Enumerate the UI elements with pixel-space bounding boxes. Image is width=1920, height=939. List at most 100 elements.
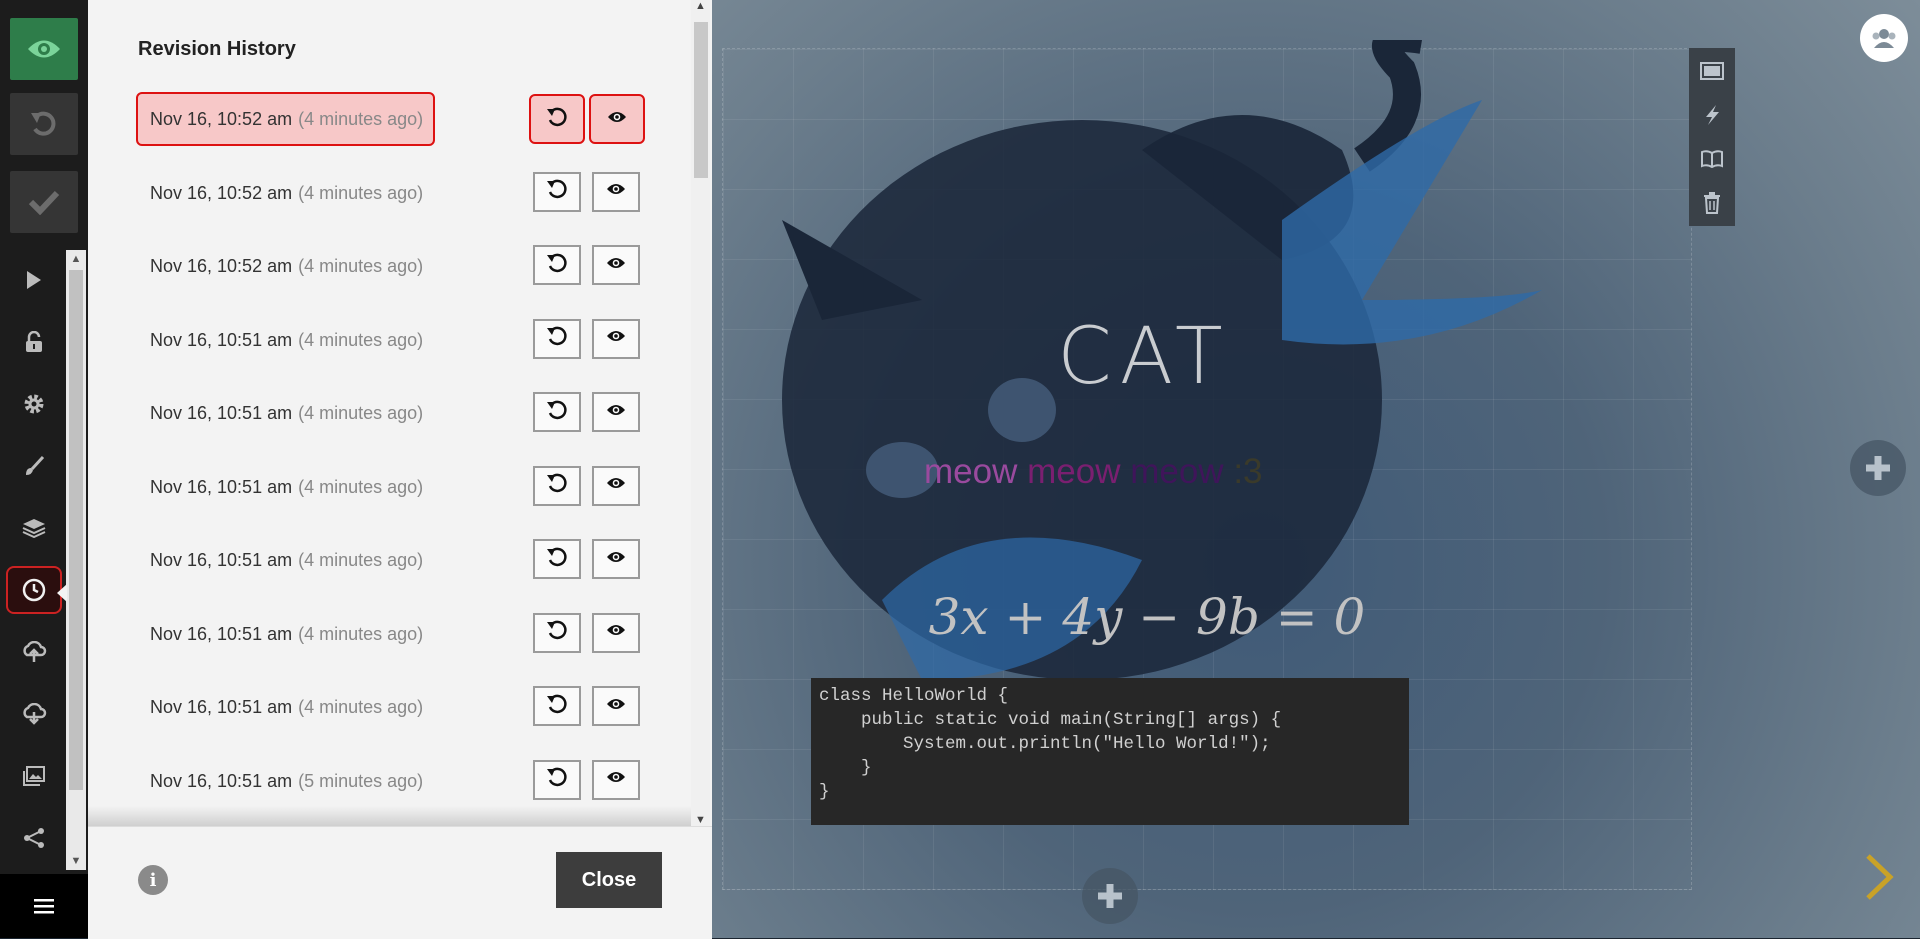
restore-icon [546, 619, 568, 646]
revision-timestamp[interactable]: Nov 16, 10:52 am (4 minutes ago) [138, 239, 433, 293]
restore-revision-button[interactable] [533, 318, 581, 359]
notes-button[interactable] [1697, 144, 1727, 174]
panel-footer: i Close [88, 826, 712, 939]
revision-timestamp[interactable]: Nov 16, 10:51 am (5 minutes ago) [138, 754, 433, 808]
check-icon [28, 190, 60, 215]
preview-revision-button[interactable] [592, 318, 640, 359]
add-slide-right-button[interactable] [1850, 440, 1906, 496]
scroll-thumb[interactable] [69, 270, 83, 790]
scroll-down-arrow-icon[interactable]: ▼ [691, 814, 710, 826]
preview-revision-button[interactable] [589, 94, 645, 144]
preview-revision-button[interactable] [592, 392, 640, 432]
scroll-up-arrow-icon[interactable]: ▲ [691, 0, 710, 12]
lightning-icon [1706, 105, 1719, 125]
eye-icon [606, 697, 626, 716]
restore-revision-button[interactable] [533, 686, 581, 726]
next-slide-button[interactable] [1862, 852, 1896, 907]
revision-timestamp[interactable]: Nov 16, 10:51 am (4 minutes ago) [138, 386, 433, 440]
preview-revision-button[interactable] [592, 245, 640, 285]
trash-icon [1704, 192, 1720, 214]
undo-button[interactable] [10, 93, 78, 155]
revision-timestamp[interactable]: Nov 16, 10:51 am (4 minutes ago) [138, 680, 433, 734]
scroll-up-arrow-icon[interactable]: ▲ [66, 250, 86, 268]
revision-date: Nov 16, 10:52 am [150, 109, 293, 129]
preview-revision-button[interactable] [592, 686, 640, 726]
main-menu-button[interactable] [0, 874, 88, 938]
restore-revision-button[interactable] [533, 171, 581, 212]
slide-subtitle[interactable]: meow meow meow :3 [924, 452, 1263, 492]
revision-timestamp[interactable]: Nov 16, 10:51 am (4 minutes ago) [138, 607, 433, 661]
scroll-thumb[interactable] [694, 22, 708, 178]
settings-button[interactable] [6, 380, 62, 428]
preview-revision-button[interactable] [592, 759, 640, 800]
frame-button[interactable] [1697, 56, 1727, 86]
media-button[interactable] [6, 752, 62, 800]
eye-icon [606, 182, 626, 201]
slide-title[interactable]: CAT [974, 312, 1314, 402]
share-button[interactable] [6, 814, 62, 862]
gear-icon [24, 394, 44, 414]
revision-row: Nov 16, 10:52 am (4 minutes ago) [124, 239, 704, 293]
revision-date: Nov 16, 10:51 am [150, 329, 293, 350]
restore-icon [546, 399, 568, 426]
restore-revision-button[interactable] [533, 759, 581, 800]
revision-timestamp[interactable]: Nov 16, 10:52 am (4 minutes ago) [138, 166, 433, 220]
revision-age: (4 minutes ago) [298, 329, 424, 350]
present-button[interactable] [6, 256, 62, 304]
revision-timestamp[interactable]: Nov 16, 10:51 am (4 minutes ago) [138, 313, 433, 367]
restore-revision-button[interactable] [533, 612, 581, 653]
slide-canvas[interactable]: CAT meow meow meow :3 3x + 4y − 9b = 0 c… [712, 0, 1920, 938]
lock-button[interactable] [6, 318, 62, 366]
restore-revision-button[interactable] [533, 465, 581, 506]
revision-timestamp[interactable]: Nov 16, 10:51 am (4 minutes ago) [138, 460, 433, 514]
style-button[interactable] [6, 442, 62, 490]
revision-history-button[interactable] [6, 566, 62, 614]
toolbar-scrollbar[interactable]: ▲ ▼ [66, 250, 86, 870]
plus-icon [1098, 884, 1122, 908]
restore-revision-button[interactable] [533, 245, 581, 285]
add-slide-down-button[interactable] [1082, 868, 1138, 924]
done-button[interactable] [10, 171, 78, 233]
eye-icon [606, 623, 626, 642]
revision-timestamp[interactable]: Nov 16, 10:51 am (4 minutes ago) [138, 533, 433, 587]
restore-icon [546, 546, 568, 573]
restore-revision-button[interactable] [529, 94, 585, 144]
collaborators-button[interactable] [1860, 14, 1908, 62]
animate-button[interactable] [1697, 100, 1727, 130]
revision-date: Nov 16, 10:52 am [150, 182, 293, 203]
info-icon: i [149, 869, 157, 891]
preview-button[interactable] [10, 18, 78, 80]
import-button[interactable] [6, 628, 62, 676]
delete-button[interactable] [1697, 188, 1727, 218]
eye-icon [606, 550, 626, 569]
info-button[interactable]: i [138, 865, 168, 895]
preview-revision-button[interactable] [592, 171, 640, 212]
revision-history-panel: Revision History Nov 16, 10:52 am (4 minu… [88, 0, 712, 939]
revision-row: Nov 16, 10:51 am (4 minutes ago) [124, 386, 704, 440]
preview-revision-button[interactable] [592, 539, 640, 579]
panel-title: Revision History [138, 38, 296, 60]
layers-icon [22, 519, 46, 538]
restore-icon [546, 252, 568, 279]
layers-button[interactable] [6, 504, 62, 552]
restore-revision-button[interactable] [533, 392, 581, 432]
preview-revision-button[interactable] [592, 465, 640, 506]
scroll-down-arrow-icon[interactable]: ▼ [66, 852, 86, 870]
preview-revision-button[interactable] [592, 612, 640, 653]
close-button[interactable]: Close [556, 852, 662, 908]
code-line: System.out.println("Hello World!"); [819, 734, 1271, 754]
code-block[interactable]: class HelloWorld { public static void ma… [811, 678, 1409, 825]
export-button[interactable] [6, 690, 62, 738]
block-toolbar [1689, 48, 1735, 226]
revision-list-scrollbar[interactable]: ▲ ▼ [691, 0, 710, 826]
hamburger-icon [34, 899, 54, 914]
restore-revision-button[interactable] [533, 539, 581, 579]
restore-icon [546, 178, 568, 205]
revision-timestamp[interactable]: Nov 16, 10:52 am (4 minutes ago) [136, 92, 436, 146]
editor-toolbar: ▲ ▼ [0, 0, 88, 938]
revision-row: Nov 16, 10:51 am (4 minutes ago) [124, 460, 704, 514]
eye-icon [606, 256, 626, 275]
math-equation[interactable]: 3x + 4y − 9b = 0 [862, 588, 1432, 646]
revision-date: Nov 16, 10:51 am [150, 623, 293, 644]
restore-icon [546, 472, 568, 499]
